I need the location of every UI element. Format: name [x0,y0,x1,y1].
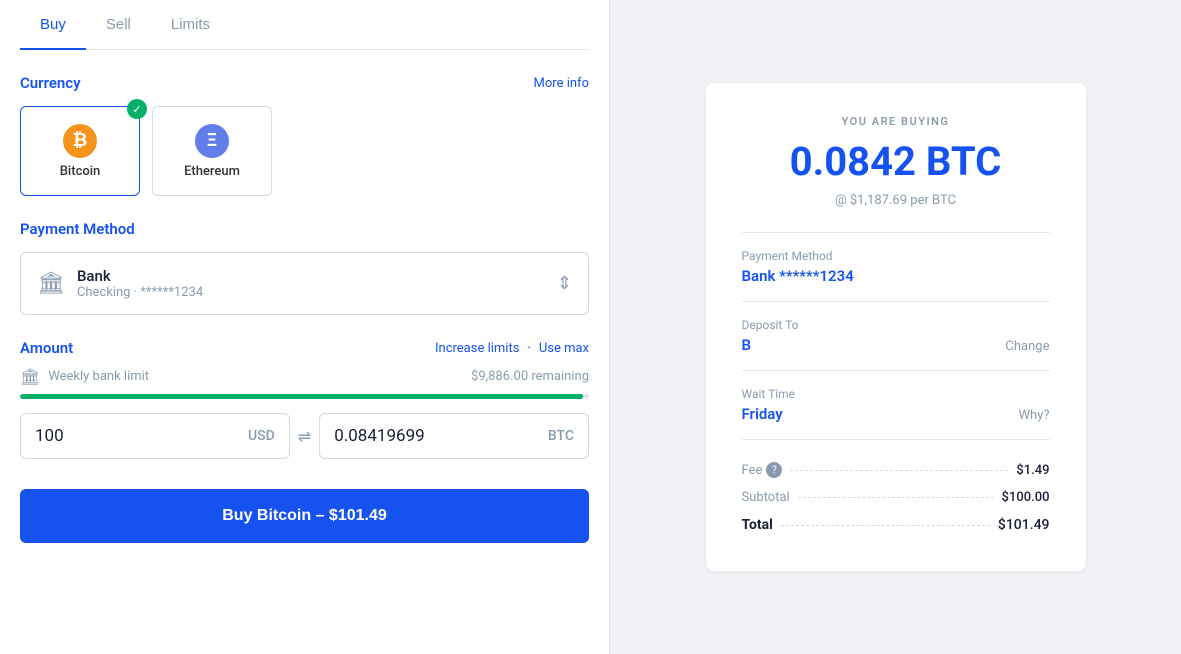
increase-limits-link[interactable]: Increase limits [435,341,519,356]
amount-header: Amount Increase limits • Use max [20,339,589,357]
total-dots [781,525,990,526]
divider-1 [742,232,1050,233]
dot-separator: • [527,343,530,354]
fee-info-icon[interactable]: ? [766,462,782,478]
amount-section: Amount Increase limits • Use max 🏛 Weekl… [20,339,589,459]
deposit-to-row-flex: B Change [742,336,1050,354]
bank-name: Bank [77,267,203,285]
eth-label: Ethereum [184,164,240,179]
you-are-buying-label: YOU ARE BUYING [742,115,1050,128]
payment-info: Bank Checking · ******1234 [77,267,203,300]
btc-input-box[interactable]: BTC [319,413,589,459]
btc-currency-label: BTC [548,428,574,444]
subtotal-dots [798,497,994,498]
subtotal-label: Subtotal [742,490,790,505]
fee-amount: $1.49 [1016,463,1049,478]
payment-method-summary-value: Bank ******1234 [742,267,1050,285]
payment-section-header: Payment Method [20,220,589,238]
amount-input-row: USD ⇌ BTC [20,413,589,459]
tab-limits[interactable]: Limits [151,0,230,49]
fee-text: Fee [742,463,763,478]
usd-currency-label: USD [248,428,275,444]
btc-amount-input[interactable] [334,426,548,446]
btc-icon: ₿ [63,124,97,158]
wait-time-value: Friday [742,405,783,423]
tabs-bar: Buy Sell Limits [20,0,589,50]
buy-button[interactable]: Buy Bitcoin – $101.49 [20,489,589,543]
currency-card-btc[interactable]: ✓ ₿ Bitcoin [20,106,140,196]
deposit-to-label: Deposit To [742,318,1050,332]
limit-row: 🏛 Weekly bank limit $9,886.00 remaining [20,367,589,386]
currency-cards: ✓ ₿ Bitcoin Ξ Ethereum [20,106,589,196]
divider-2 [742,301,1050,302]
fee-row: Fee ? $1.49 [742,456,1050,484]
bank-icon: 🏛 [37,271,65,296]
summary-btc-amount: 0.0842 BTC [742,138,1050,185]
payment-method-box[interactable]: 🏛 Bank Checking · ******1234 ⇕ [20,252,589,315]
selected-check-icon: ✓ [127,99,147,119]
wait-time-label: Wait Time [742,387,1050,401]
amount-links: Increase limits • Use max [435,341,589,356]
subtotal-row: Subtotal $100.00 [742,484,1050,511]
fee-section: Fee ? $1.49 Subtotal $100.00 Total $101.… [742,456,1050,539]
limit-progress-bar [20,394,589,399]
currency-section-header: Currency More info [20,74,589,92]
payment-chevron-icon[interactable]: ⇕ [557,273,572,294]
deposit-to-row: Deposit To B Change [742,318,1050,354]
fee-dots [790,470,1008,471]
left-panel: Buy Sell Limits Currency More info ✓ ₿ B… [0,0,610,654]
wait-time-row: Wait Time Friday Why? [742,387,1050,423]
use-max-link[interactable]: Use max [539,341,589,356]
right-panel: YOU ARE BUYING 0.0842 BTC @ $1,187.69 pe… [610,0,1181,654]
limit-progress-fill [20,394,583,399]
summary-rate: @ $1,187.69 per BTC [742,193,1050,208]
payment-method-row: Payment Method Bank ******1234 [742,249,1050,285]
payment-left: 🏛 Bank Checking · ******1234 [37,267,203,300]
swap-currencies-icon[interactable]: ⇌ [298,427,311,446]
fee-label: Fee ? [742,462,783,478]
limit-label: Weekly bank limit [48,369,463,384]
total-row: Total $101.49 [742,511,1050,539]
limit-remaining: $9,886.00 remaining [471,369,589,384]
currency-card-eth[interactable]: Ξ Ethereum [152,106,272,196]
divider-3 [742,370,1050,371]
payment-title: Payment Method [20,220,135,238]
divider-4 [742,439,1050,440]
deposit-to-value: B [742,336,752,354]
summary-card: YOU ARE BUYING 0.0842 BTC @ $1,187.69 pe… [706,83,1086,571]
eth-icon: Ξ [195,124,229,158]
usd-input-box[interactable]: USD [20,413,290,459]
payment-method-summary-label: Payment Method [742,249,1050,263]
btc-label: Bitcoin [60,164,101,179]
currency-title: Currency [20,74,81,92]
deposit-change-link[interactable]: Change [1005,339,1049,354]
why-link[interactable]: Why? [1019,408,1050,423]
tab-sell[interactable]: Sell [86,0,151,49]
more-info-link[interactable]: More info [534,76,589,91]
amount-title: Amount [20,339,73,357]
wait-time-row-flex: Friday Why? [742,405,1050,423]
bank-limit-icon: 🏛 [20,367,40,386]
usd-amount-input[interactable] [35,426,248,446]
tab-buy[interactable]: Buy [20,0,86,49]
total-label: Total [742,517,773,533]
subtotal-amount: $100.00 [1002,490,1050,505]
bank-detail: Checking · ******1234 [77,285,203,300]
payment-section: Payment Method 🏛 Bank Checking · ******1… [20,220,589,315]
total-amount: $101.49 [998,517,1050,533]
